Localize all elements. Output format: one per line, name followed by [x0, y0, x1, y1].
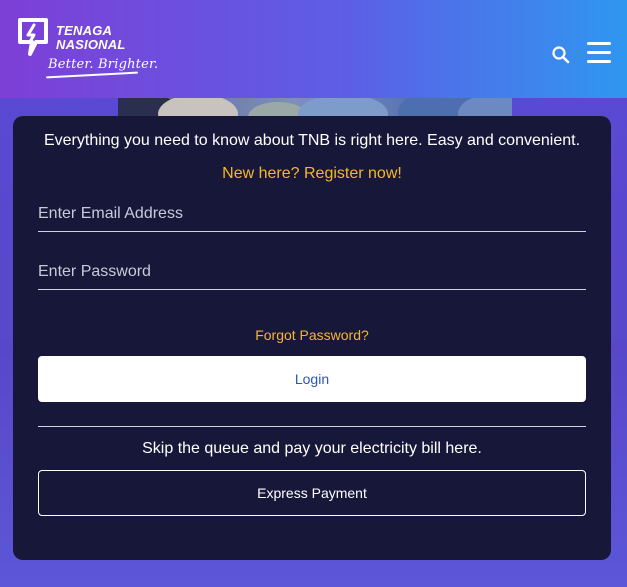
tnb-logo-icon [18, 18, 48, 56]
header-bar: TENAGA NASIONAL Better. Brighter. [0, 0, 627, 98]
logo-tagline: Better. Brighter. [48, 57, 159, 72]
intro-text: Everything you need to know about TNB is… [43, 132, 581, 149]
hamburger-menu-icon [587, 42, 611, 45]
login-card: Everything you need to know about TNB is… [13, 116, 611, 560]
logo-text-line1: TENAGA [56, 23, 113, 38]
login-button[interactable]: Login [38, 356, 586, 402]
menu-button[interactable] [585, 40, 613, 66]
hamburger-menu-icon [587, 51, 611, 54]
hamburger-menu-icon [587, 60, 611, 63]
email-field[interactable] [38, 196, 586, 232]
register-link[interactable]: New here? Register now! [13, 165, 611, 183]
search-icon [552, 46, 570, 64]
skip-queue-text: Skip the queue and pay your electricity … [142, 440, 482, 457]
tnb-logo[interactable]: TENAGA NASIONAL Better. Brighter. [16, 16, 158, 82]
logo-underline [46, 71, 138, 79]
express-payment-button[interactable]: Express Payment [38, 470, 586, 516]
forgot-password-link[interactable]: Forgot Password? [13, 327, 611, 343]
password-field[interactable] [38, 254, 586, 290]
divider [38, 426, 586, 427]
search-button[interactable] [551, 45, 571, 65]
logo-text-line2: NASIONAL [56, 37, 126, 52]
